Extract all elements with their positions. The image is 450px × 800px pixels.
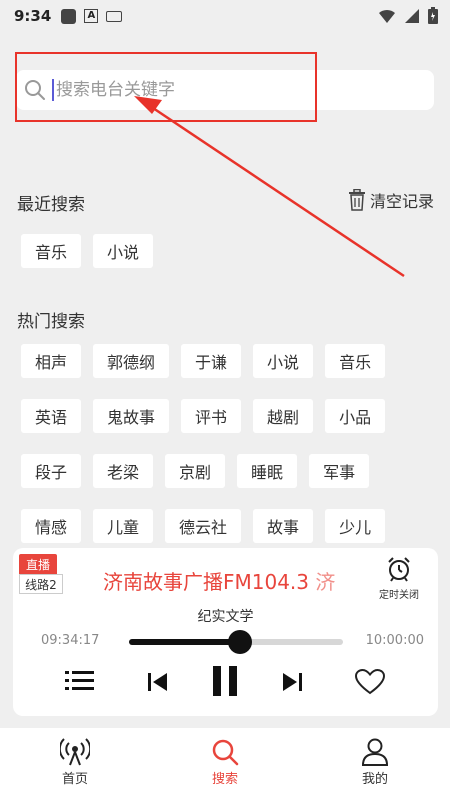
trash-icon bbox=[348, 189, 365, 211]
hot-tag[interactable]: 相声 bbox=[21, 344, 82, 378]
search-icon bbox=[25, 80, 45, 100]
nav-item-home[interactable]: 首页 bbox=[0, 728, 150, 800]
hot-tags-row-4: 情感 儿童 德云社 故事 少儿 bbox=[21, 509, 386, 543]
hot-tag[interactable]: 小品 bbox=[325, 399, 386, 433]
station-title-tail: 济 bbox=[315, 570, 336, 594]
status-bar: 9:34 A bbox=[0, 0, 450, 32]
program-name: 纪实文学 bbox=[197, 609, 254, 625]
clear-history-button[interactable]: 清空记录 bbox=[348, 188, 434, 212]
wifi-icon bbox=[379, 9, 395, 23]
previous-icon[interactable] bbox=[147, 671, 169, 693]
end-time: 10:00:00 bbox=[365, 633, 424, 648]
hot-tag[interactable]: 少儿 bbox=[325, 509, 386, 543]
hot-tag[interactable]: 老梁 bbox=[93, 454, 154, 488]
hot-tag[interactable]: 军事 bbox=[309, 454, 370, 488]
hot-tag[interactable]: 鬼故事 bbox=[93, 399, 170, 433]
progress-slider[interactable] bbox=[129, 630, 343, 654]
hot-tags-row-3: 段子 老梁 京剧 睡眠 军事 bbox=[21, 454, 370, 488]
bottom-nav: 首页 搜索 我的 bbox=[0, 728, 450, 800]
hot-tag[interactable]: 情感 bbox=[21, 509, 82, 543]
pause-icon[interactable] bbox=[211, 664, 239, 698]
nav-label-search: 搜索 bbox=[211, 772, 238, 787]
playlist-icon[interactable] bbox=[65, 668, 95, 694]
hot-tag[interactable]: 睡眠 bbox=[237, 454, 298, 488]
progress-fill bbox=[129, 639, 241, 645]
signal-icon bbox=[405, 8, 419, 23]
hot-tag[interactable]: 小说 bbox=[253, 344, 314, 378]
recent-tag[interactable]: 音乐 bbox=[21, 234, 82, 268]
nav-item-search[interactable]: 搜索 bbox=[150, 728, 300, 800]
hot-tag[interactable]: 郭德纲 bbox=[93, 344, 170, 378]
app-notification-icon: A bbox=[84, 9, 99, 23]
progress-thumb[interactable] bbox=[228, 630, 253, 654]
hot-tag[interactable]: 儿童 bbox=[93, 509, 154, 543]
recent-search-title: 最近搜索 bbox=[17, 195, 85, 215]
current-time: 09:34:17 bbox=[41, 633, 100, 648]
hot-tag[interactable]: 段子 bbox=[21, 454, 82, 488]
alarm-clock-icon bbox=[388, 557, 410, 582]
user-icon bbox=[361, 738, 389, 766]
hot-tag[interactable]: 越剧 bbox=[253, 399, 314, 433]
hot-tag[interactable]: 故事 bbox=[253, 509, 314, 543]
clear-history-label: 清空记录 bbox=[369, 192, 434, 211]
live-badge: 直播 bbox=[19, 554, 57, 574]
line-selector[interactable]: 线路2 bbox=[19, 574, 63, 594]
hot-tag[interactable]: 音乐 bbox=[325, 344, 386, 378]
station-title: 济南故事广播FM104.3 bbox=[103, 570, 310, 594]
hot-tag[interactable]: 英语 bbox=[21, 399, 82, 433]
search-bar[interactable] bbox=[16, 70, 434, 110]
search-icon bbox=[212, 739, 239, 766]
hot-tag[interactable]: 京剧 bbox=[165, 454, 226, 488]
nav-item-profile[interactable]: 我的 bbox=[300, 728, 450, 800]
hot-tag[interactable]: 评书 bbox=[181, 399, 242, 433]
hot-tag[interactable]: 德云社 bbox=[165, 509, 242, 543]
search-input[interactable] bbox=[52, 79, 392, 101]
hot-search-title: 热门搜索 bbox=[17, 312, 85, 332]
notification-icon bbox=[61, 8, 77, 24]
mini-player: 直播 线路2 济南故事广播FM104.3 济 定时关闭 纪实文学 09:34:1… bbox=[13, 548, 438, 716]
status-time: 9:34 bbox=[14, 7, 52, 25]
status-icons bbox=[378, 7, 438, 24]
nav-label-profile: 我的 bbox=[361, 772, 388, 787]
recent-tags: 音乐 小说 bbox=[21, 234, 154, 268]
hot-tags-row-2: 英语 鬼故事 评书 越剧 小品 bbox=[21, 399, 386, 433]
hot-tags-row-1: 相声 郭德纲 于谦 小说 音乐 bbox=[21, 344, 386, 378]
hot-tag[interactable]: 于谦 bbox=[181, 344, 242, 378]
battery-icon bbox=[428, 7, 438, 24]
nav-label-home: 首页 bbox=[61, 772, 88, 787]
sleep-timer-button[interactable]: 定时关闭 bbox=[376, 556, 422, 601]
keyboard-icon bbox=[106, 10, 123, 22]
recent-tag[interactable]: 小说 bbox=[93, 234, 154, 268]
station-name: 济南故事广播FM104.3 济 bbox=[103, 566, 363, 595]
radio-icon bbox=[60, 738, 90, 766]
next-icon[interactable] bbox=[281, 671, 303, 693]
sleep-timer-label: 定时关闭 bbox=[379, 590, 419, 601]
favorite-heart-icon[interactable] bbox=[355, 669, 385, 695]
